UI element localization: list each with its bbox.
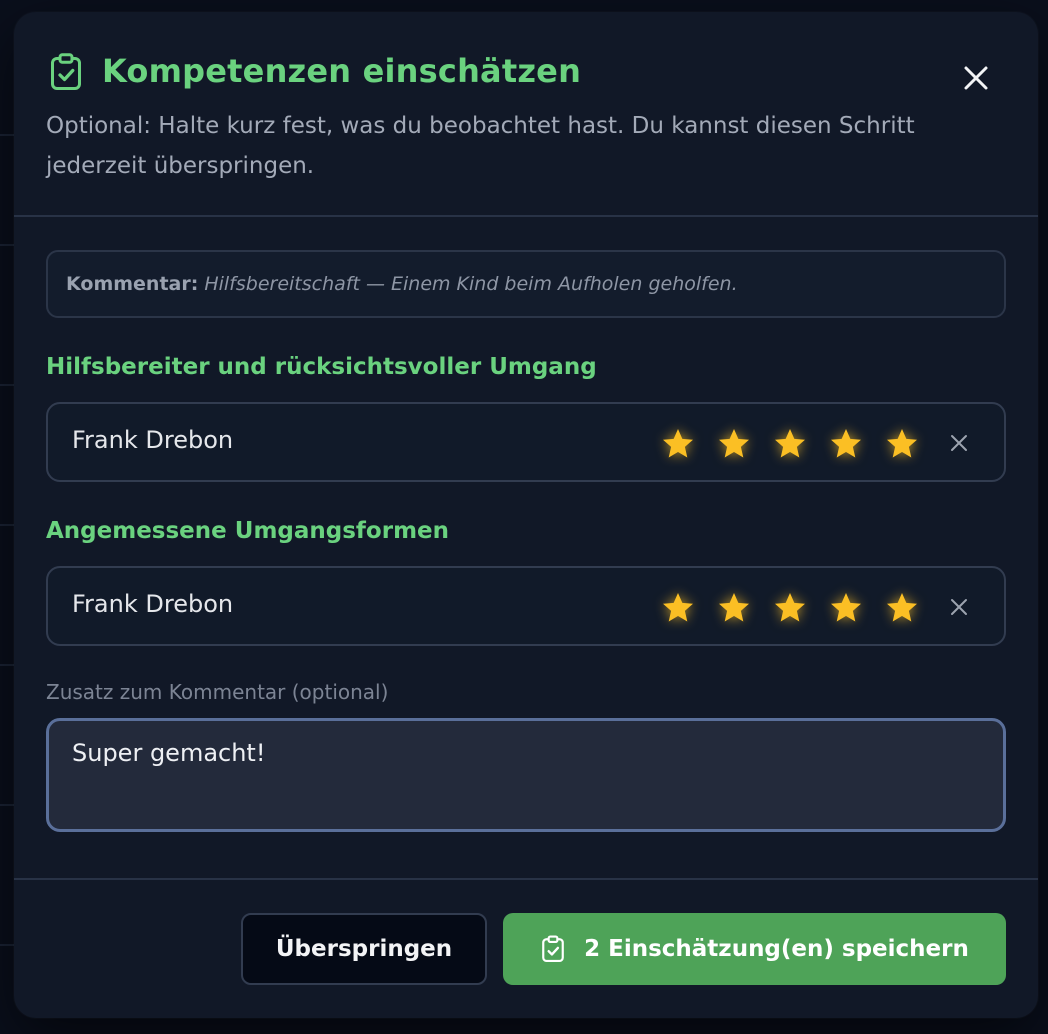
star-icon[interactable]: [884, 426, 920, 462]
dialog-header: Kompetenzen einschätzen Optional: Halte …: [14, 12, 1038, 217]
person-name: Frank Drebon: [72, 590, 234, 618]
comment-addition-textarea[interactable]: Super gemacht!: [46, 718, 1006, 832]
dialog-subtitle: Optional: Halte kurz fest, was du beobac…: [46, 113, 915, 179]
competency-title: Hilfsbereiter und rücksichtsvoller Umgan…: [46, 354, 597, 380]
bg-divider: [0, 804, 14, 806]
star-icon[interactable]: [828, 426, 864, 462]
x-icon: [951, 599, 967, 615]
star-rating: [660, 590, 940, 626]
star-icon[interactable]: [772, 590, 808, 626]
bg-divider: [0, 524, 14, 526]
rating-row: Frank Drebon: [46, 402, 1006, 482]
close-icon: [964, 66, 988, 90]
star-icon[interactable]: [828, 590, 864, 626]
bg-divider: [0, 134, 14, 136]
person-name: Frank Drebon: [72, 426, 234, 454]
bg-divider: [0, 384, 14, 386]
bg-divider: [0, 944, 14, 946]
x-icon: [951, 435, 967, 451]
competency-title: Angemessene Umgangsformen: [46, 518, 450, 544]
save-button-label: 2 Einschätzung(en) speichern: [584, 936, 969, 962]
assessment-dialog: Kompetenzen einschätzen Optional: Halte …: [14, 12, 1038, 1018]
star-icon[interactable]: [772, 426, 808, 462]
footer-divider: [14, 878, 1038, 880]
save-button[interactable]: 2 Einschätzung(en) speichern: [503, 913, 1006, 985]
comment-text: Hilfsbereitschaft — Einem Kind beim Aufh…: [204, 273, 738, 295]
star-rating: [660, 426, 940, 462]
comment-box: Kommentar: Hilfsbereitschaft — Einem Kin…: [46, 250, 1006, 318]
skip-button[interactable]: Überspringen: [241, 913, 487, 985]
remove-rating-button[interactable]: [944, 592, 974, 622]
dialog-title: Kompetenzen einschätzen: [102, 52, 582, 90]
star-icon[interactable]: [884, 590, 920, 626]
bg-divider: [0, 664, 14, 666]
rating-row: Frank Drebon: [46, 566, 1006, 646]
clipboard-check-icon: [51, 53, 81, 90]
header-divider: [14, 215, 1038, 217]
star-icon[interactable]: [716, 426, 752, 462]
comment-label: Kommentar:: [66, 273, 199, 295]
remove-rating-button[interactable]: [944, 428, 974, 458]
star-icon[interactable]: [660, 426, 696, 462]
bg-divider: [0, 244, 14, 246]
star-icon[interactable]: [660, 590, 696, 626]
clipboard-check-icon: [542, 935, 564, 962]
star-icon[interactable]: [716, 590, 752, 626]
close-button[interactable]: [954, 56, 998, 100]
addition-label: Zusatz zum Kommentar (optional): [46, 680, 389, 704]
